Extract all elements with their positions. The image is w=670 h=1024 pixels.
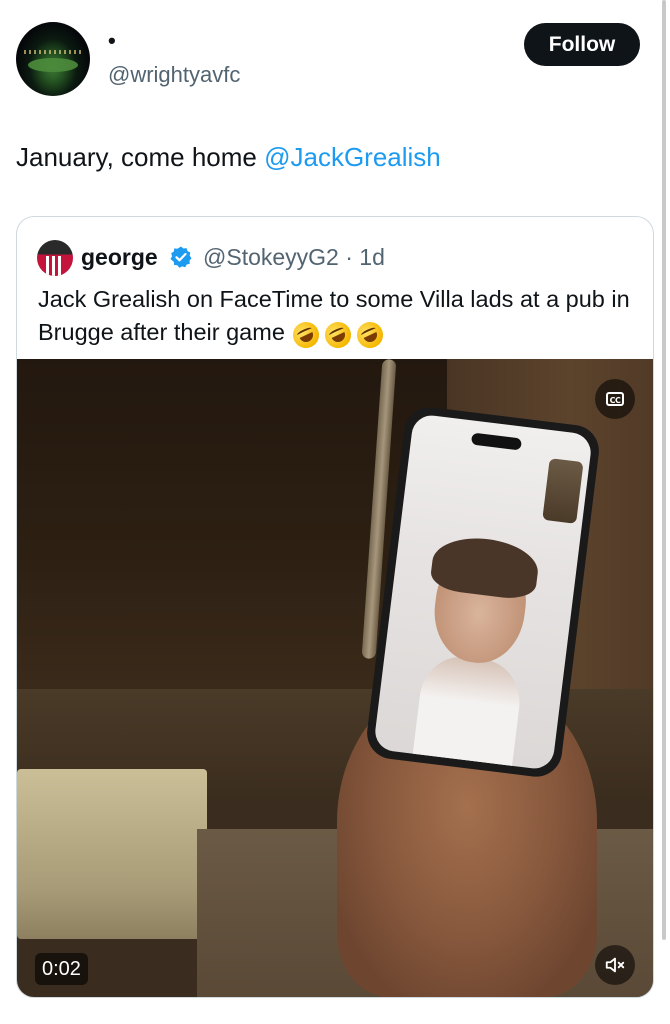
rolling-on-floor-laughing-icon	[353, 317, 388, 353]
quoted-display-name[interactable]: george	[81, 243, 158, 271]
author-avatar[interactable]	[16, 22, 90, 96]
phone-caller-neck	[411, 652, 525, 771]
phone-pip-preview	[542, 458, 584, 524]
closed-captions-button[interactable]: CC	[595, 379, 635, 419]
follow-button[interactable]: Follow	[524, 23, 640, 66]
rolling-on-floor-laughing-icon	[321, 317, 356, 353]
video-player[interactable]: CC 0:02	[17, 359, 653, 997]
closed-captions-icon: CC	[606, 392, 624, 406]
tweet-text-body: January, come home	[16, 142, 265, 172]
mute-button[interactable]	[595, 945, 635, 985]
mention-link[interactable]: @JackGrealish	[264, 142, 441, 172]
video-duration-badge: 0:02	[35, 953, 88, 985]
emoji-row	[289, 317, 389, 353]
author-handle[interactable]: @wrightyavfc	[108, 62, 240, 88]
quoted-text: Jack Grealish on FaceTime to some Villa …	[38, 283, 638, 353]
tweet-text: January, come home @JackGrealish	[16, 141, 441, 173]
quoted-handle-time: @StokeyyG2 · 1d	[203, 244, 385, 270]
author-display-name[interactable]: •	[108, 28, 116, 54]
scrollbar[interactable]	[662, 0, 666, 940]
quoted-avatar[interactable]	[37, 240, 73, 276]
rolling-on-floor-laughing-icon	[289, 317, 324, 353]
verified-badge-icon	[170, 246, 192, 268]
video-frame-box	[17, 769, 207, 939]
quote-card[interactable]: george @StokeyyG2 · 1d Jack Grealish on …	[16, 216, 654, 998]
phone-dynamic-island	[470, 432, 522, 451]
speaker-muted-icon	[605, 957, 625, 973]
